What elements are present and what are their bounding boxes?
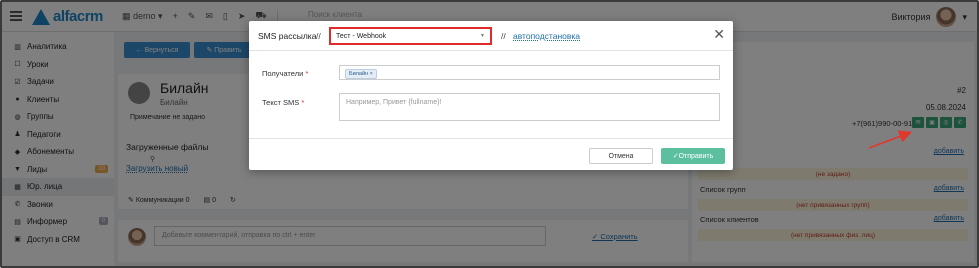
send-button[interactable]: ✓ Отправить bbox=[661, 148, 725, 164]
send-button-label: Отправить bbox=[678, 152, 714, 160]
sms-modal: SMS рассылка // Тест - Webhook ▼ // авто… bbox=[249, 21, 733, 170]
required-mark: * bbox=[305, 69, 309, 78]
modal-title: SMS рассылка bbox=[258, 31, 317, 41]
recipients-label-text: Получатели bbox=[262, 69, 304, 78]
modal-header: SMS рассылка // Тест - Webhook ▼ // авто… bbox=[249, 21, 733, 51]
sms-text-input[interactable]: Например, Привет {fullname}! bbox=[339, 93, 720, 121]
cancel-button[interactable]: Отмена bbox=[589, 148, 653, 164]
header-separator: // bbox=[501, 31, 506, 41]
chevron-down-icon: ▼ bbox=[480, 33, 485, 39]
provider-value: Тест - Webhook bbox=[336, 32, 387, 40]
autosubst-link[interactable]: автоподстановка bbox=[513, 31, 580, 41]
required-mark: * bbox=[301, 98, 305, 107]
header-separator: // bbox=[316, 31, 321, 41]
recipient-tag[interactable]: Билайн × bbox=[345, 69, 377, 79]
close-icon[interactable]: ✕ bbox=[713, 27, 725, 41]
provider-select[interactable]: Тест - Webhook ▼ bbox=[333, 31, 488, 41]
recipients-label: Получатели * bbox=[262, 69, 308, 78]
provider-select-highlight: Тест - Webhook ▼ bbox=[329, 27, 492, 45]
sms-text-label-text: Текст SMS bbox=[262, 98, 300, 107]
sms-text-label: Текст SMS * bbox=[262, 98, 304, 107]
recipients-input[interactable]: Билайн × bbox=[339, 65, 720, 80]
app-window: alfacrm ▦ demo ▾ + ✎ ✉ ▯ ➤ ⛟ Поиск клиен… bbox=[0, 0, 979, 268]
modal-footer: Отмена ✓ Отправить bbox=[249, 138, 733, 170]
